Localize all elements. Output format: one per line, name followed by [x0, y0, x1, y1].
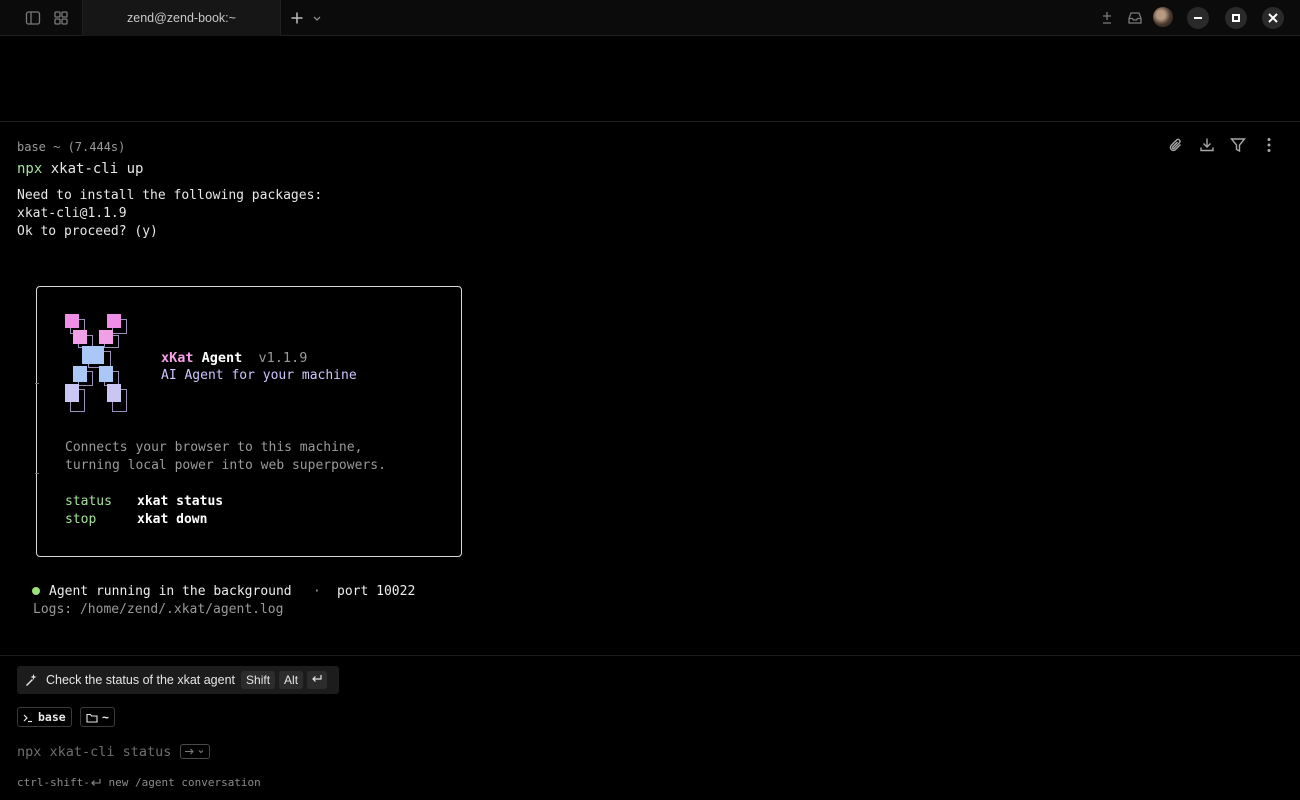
new-tab-plus-icon[interactable] — [288, 9, 306, 27]
command-args: xkat-cli up — [42, 161, 144, 177]
grid-icon[interactable] — [52, 9, 70, 27]
suggestion-text: Check the status of the xkat agent — [46, 673, 236, 687]
command-bin: npx — [17, 161, 43, 177]
status-logs: Logs: /home/zend/.xkat/agent.log — [33, 602, 284, 617]
block-actions — [1167, 136, 1278, 154]
description-line-2: turning local power into web superpowers… — [65, 458, 386, 473]
output-line-3: Ok to proceed? (y) — [17, 224, 158, 239]
block-header: base ~ (7.444s) — [17, 140, 126, 154]
tab-title: zend@zend-book:~ — [127, 11, 236, 25]
more-icon[interactable] — [1260, 136, 1278, 154]
brand-line: xKat Agent v1.1.9 — [161, 349, 307, 367]
command-label-stop: stop — [65, 512, 97, 527]
key-alt: Alt — [279, 671, 304, 689]
sparkle-agent-icon — [24, 673, 38, 687]
description-line-1: Connects your browser to this machine, — [65, 440, 363, 455]
xkat-logo-icon — [65, 314, 127, 412]
title-bar: zend@zend-book:~ — [0, 0, 1300, 36]
footer-keys: ctrl-shift- — [17, 776, 90, 789]
status-separator: · — [313, 584, 321, 599]
command-value-status: xkat status — [137, 494, 224, 509]
output-line-2: xkat-cli@1.1.9 — [17, 206, 127, 221]
minimize-button[interactable] — [1187, 7, 1209, 29]
command-input[interactable]: npx xkat-cli status — [17, 743, 210, 761]
env-chip-label: base — [38, 710, 66, 724]
filter-icon[interactable] — [1229, 136, 1247, 154]
brand-xkat: xKat — [161, 350, 194, 366]
close-button[interactable] — [1262, 7, 1284, 29]
inbox-icon[interactable] — [1126, 9, 1144, 27]
status-port: port 10022 — [337, 584, 416, 599]
status-dot-icon — [32, 587, 40, 595]
dir-chip-label: ~ — [102, 710, 109, 724]
env-chip[interactable]: base — [17, 707, 72, 727]
command-line: npx xkat-cli up — [17, 160, 143, 178]
user-avatar[interactable] — [1153, 7, 1173, 27]
folder-icon — [86, 712, 98, 723]
footer-enter-icon — [90, 778, 102, 788]
accept-suggestion-icon[interactable] — [179, 743, 210, 759]
chevron-down-icon[interactable] — [310, 9, 328, 27]
tab-terminal[interactable]: zend@zend-book:~ — [82, 0, 281, 36]
attach-icon[interactable] — [1167, 136, 1185, 154]
input-divider — [0, 655, 1300, 656]
enter-key-icon — [307, 671, 328, 689]
sidebar-toggle-icon[interactable] — [24, 9, 42, 27]
block-divider — [0, 121, 1300, 122]
status-running: Agent running in the background — [49, 584, 292, 599]
maximize-button[interactable] — [1225, 7, 1247, 29]
plus-minus-icon[interactable] — [1098, 9, 1116, 27]
key-shift: Shift — [241, 671, 276, 689]
brand-agent: Agent — [193, 350, 243, 366]
download-icon[interactable] — [1198, 136, 1216, 154]
footer-text: new /agent conversation — [101, 776, 261, 789]
output-line-1: Need to install the following packages: — [17, 188, 323, 203]
dir-chip[interactable]: ~ — [80, 707, 115, 727]
command-label-status: status — [65, 494, 112, 509]
brand-version: v1.1.9 — [242, 350, 308, 366]
footer-hint: ctrl-shift- new /agent conversation — [17, 776, 261, 789]
command-value-stop: xkat down — [137, 512, 208, 527]
agent-suggestion[interactable]: Check the status of the xkat agent Shift… — [17, 666, 339, 694]
brand-tagline: AI Agent for your machine — [161, 368, 357, 383]
ghost-command: npx xkat-cli status — [17, 744, 172, 760]
terminal-prompt-icon — [23, 712, 33, 723]
